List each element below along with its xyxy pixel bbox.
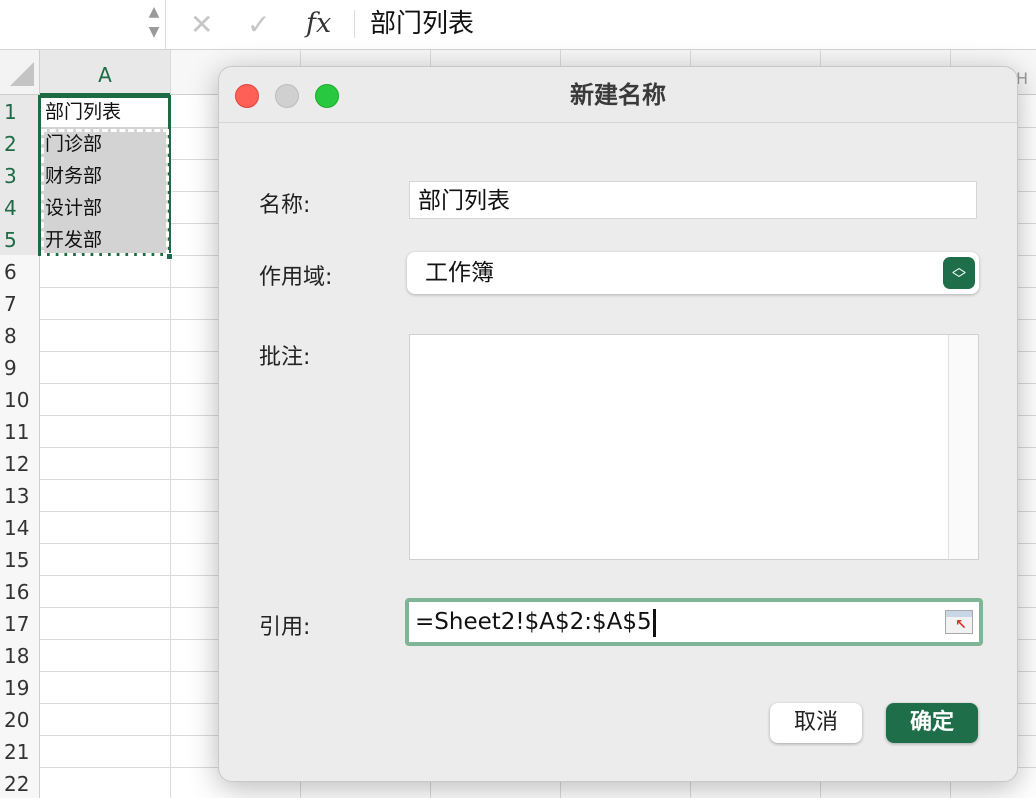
- column-header-h[interactable]: H: [1016, 50, 1036, 95]
- cancel-button[interactable]: 取消: [770, 703, 862, 743]
- reference-marquee: [41, 129, 169, 256]
- confirm-formula-icon[interactable]: ✓: [247, 8, 270, 42]
- row-header[interactable]: 14: [0, 511, 40, 543]
- formula-bar-divider: [165, 0, 166, 50]
- comment-textarea[interactable]: [409, 334, 979, 560]
- formula-bar-divider-2: [354, 10, 355, 38]
- row-header[interactable]: 22: [0, 767, 40, 798]
- row-header[interactable]: 10: [0, 383, 40, 415]
- formula-bar: ▲ ▼ ✕ ✓ fx 部门列表: [0, 0, 1036, 50]
- row-header[interactable]: 12: [0, 447, 40, 479]
- row-header[interactable]: 1: [0, 95, 40, 127]
- row-header[interactable]: 8: [0, 319, 40, 351]
- text-cursor: [652, 608, 656, 637]
- row-header[interactable]: 2: [0, 127, 40, 159]
- formula-input[interactable]: 部门列表: [370, 6, 474, 42]
- cancel-formula-icon[interactable]: ✕: [190, 8, 213, 42]
- new-name-dialog: 新建名称 名称: 部门列表 作用域: 工作簿 ︿ ﹀ 批注: 引用: =Sheet…: [218, 66, 1018, 782]
- ok-button[interactable]: 确定: [886, 703, 978, 743]
- row-header[interactable]: 16: [0, 575, 40, 607]
- row-header[interactable]: 6: [0, 255, 40, 287]
- reference-field[interactable]: =Sheet2!$A$2:$A$5 ↖: [405, 598, 983, 646]
- row-header[interactable]: 21: [0, 735, 40, 767]
- collapse-arrow-icon: ↖: [955, 617, 967, 633]
- name-box-stepper-icon[interactable]: ▲ ▼: [145, 2, 163, 46]
- row-header[interactable]: 11: [0, 415, 40, 447]
- comment-scrollbar[interactable]: [948, 335, 978, 559]
- collapse-dialog-icon[interactable]: ↖: [945, 610, 973, 634]
- row-header[interactable]: 9: [0, 351, 40, 383]
- select-all-icon: [10, 62, 34, 86]
- name-field[interactable]: 部门列表: [409, 181, 977, 219]
- scope-label: 作用域:: [259, 265, 333, 290]
- select-all-corner[interactable]: [0, 50, 40, 95]
- reference-text: =Sheet2!$A$2:$A$5: [415, 609, 652, 635]
- chevron-up-down-icon[interactable]: ︿ ﹀: [943, 257, 975, 289]
- row-header[interactable]: 19: [0, 671, 40, 703]
- fill-handle[interactable]: [166, 253, 173, 260]
- reference-label: 引用:: [259, 615, 311, 640]
- comment-label: 批注:: [259, 345, 311, 370]
- row-header[interactable]: 17: [0, 607, 40, 639]
- row-header[interactable]: 4: [0, 191, 40, 223]
- dialog-titlebar: 新建名称: [219, 67, 1017, 123]
- scope-select[interactable]: 工作簿 ︿ ﹀: [407, 252, 979, 294]
- row-header[interactable]: 13: [0, 479, 40, 511]
- row-header[interactable]: 3: [0, 159, 40, 191]
- scope-value: 工作簿: [425, 260, 494, 286]
- row-header[interactable]: 7: [0, 287, 40, 319]
- column-header-a[interactable]: A: [40, 50, 170, 95]
- row-header[interactable]: 18: [0, 639, 40, 671]
- row-header[interactable]: 20: [0, 703, 40, 735]
- name-label: 名称:: [259, 193, 311, 218]
- row-header[interactable]: 15: [0, 543, 40, 575]
- dialog-title: 新建名称: [570, 81, 666, 109]
- row-header[interactable]: 5: [0, 223, 40, 255]
- insert-function-icon[interactable]: fx: [306, 7, 331, 41]
